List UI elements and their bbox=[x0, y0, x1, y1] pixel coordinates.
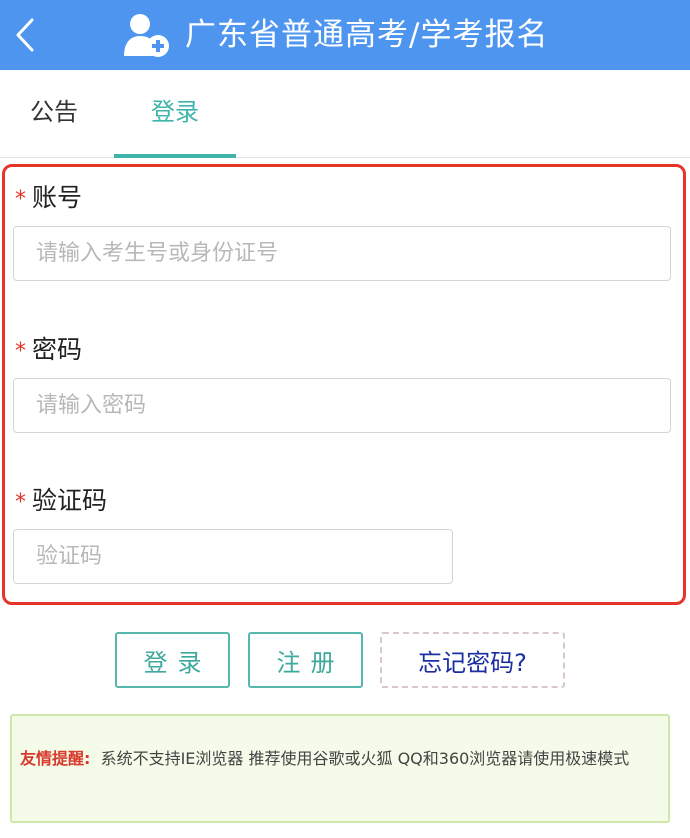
tab-notice[interactable]: 公告 bbox=[0, 70, 108, 158]
required-mark: * bbox=[15, 490, 26, 515]
register-button[interactable]: 注册 bbox=[248, 632, 363, 688]
tip-text: 系统不支持IE浏览器 推荐使用谷歌或火狐 QQ和360浏览器请使用极速模式 bbox=[100, 749, 630, 768]
password-input[interactable] bbox=[13, 378, 671, 433]
page-title: 广东省普通高考/学考报名 bbox=[185, 17, 549, 53]
account-input[interactable] bbox=[13, 226, 671, 281]
required-mark: * bbox=[15, 187, 26, 212]
captcha-label-text: 验证码 bbox=[32, 486, 108, 515]
captcha-input[interactable] bbox=[13, 529, 453, 584]
password-label-text: 密码 bbox=[32, 335, 83, 364]
app-header: 广东省普通高考/学考报名 bbox=[0, 0, 690, 70]
notice-tip: 友情提醒: 系统不支持IE浏览器 推荐使用谷歌或火狐 QQ和360浏览器请使用极… bbox=[10, 714, 670, 823]
account-label-text: 账号 bbox=[32, 183, 83, 212]
login-button[interactable]: 登录 bbox=[115, 632, 230, 688]
required-mark: * bbox=[15, 339, 26, 364]
account-label: * 账号 bbox=[15, 181, 82, 215]
user-add-icon bbox=[124, 14, 169, 57]
captcha-label: * 验证码 bbox=[15, 484, 107, 518]
tab-login[interactable]: 登录 bbox=[114, 70, 236, 158]
tab-bar: 公告 登录 bbox=[0, 70, 690, 158]
chevron-left-icon bbox=[16, 18, 34, 52]
back-button[interactable] bbox=[0, 0, 50, 70]
tip-title: 友情提醒: bbox=[20, 749, 91, 768]
forgot-password-link[interactable]: 忘记密码? bbox=[380, 632, 565, 688]
login-form: *账号 *密码 *验证码 bbox=[2, 164, 686, 605]
password-label: * 密码 bbox=[15, 333, 82, 367]
